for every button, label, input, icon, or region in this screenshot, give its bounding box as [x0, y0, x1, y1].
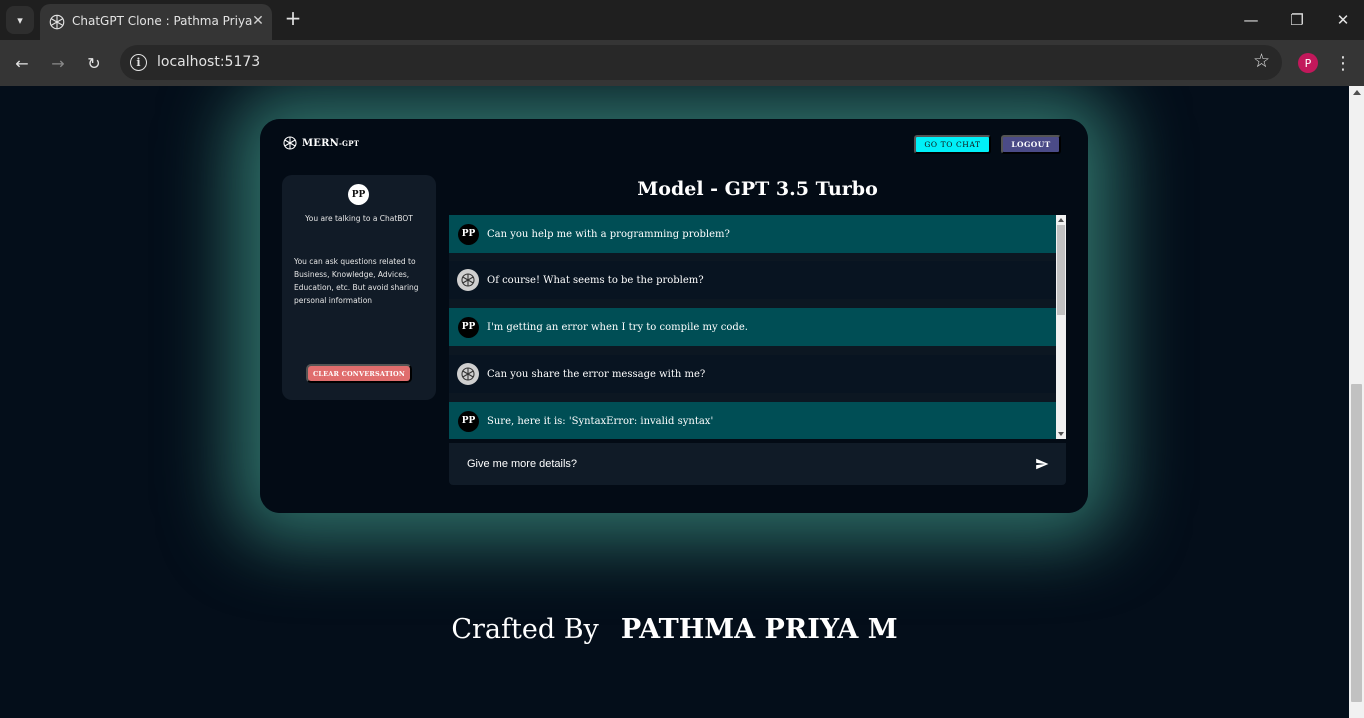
brand-logo[interactable]: MERN-GPT — [282, 135, 359, 151]
chat-scrollbar[interactable] — [1056, 215, 1066, 439]
profile-avatar[interactable]: P — [1298, 53, 1318, 73]
footer-credit: Crafted By PATHMA PRIYA M — [0, 614, 1349, 645]
back-arrow-icon[interactable]: ← — [10, 51, 34, 75]
tab-close-icon[interactable]: ✕ — [248, 11, 268, 31]
page-viewport: MERN-GPT GO TO CHAT LOGOUT PP You are ta… — [0, 86, 1364, 718]
scroll-up-arrow-icon[interactable] — [1353, 90, 1361, 95]
browser-menu-icon[interactable]: ⋮ — [1334, 51, 1352, 75]
chat-message-assistant: Can you share the error message with me? — [449, 355, 1056, 393]
message-input[interactable] — [459, 449, 1019, 479]
logout-button[interactable]: LOGOUT — [1001, 135, 1061, 154]
scroll-down-arrow-icon[interactable] — [1058, 432, 1064, 436]
message-text: I'm getting an error when I try to compi… — [487, 321, 748, 333]
chat-scroll-thumb[interactable] — [1057, 225, 1065, 315]
chat-messages: PP Can you help me with a programming pr… — [449, 215, 1066, 439]
user-avatar: PP — [458, 410, 479, 432]
chat-message-user: PP I'm getting an error when I try to co… — [449, 308, 1056, 346]
browser-tab-bar: ▾ ChatGPT Clone : Pathma Priya ✕ + — ❐ ✕ — [0, 0, 1364, 40]
openai-logo-icon — [283, 136, 297, 150]
message-text: Can you help me with a programming probl… — [487, 228, 730, 240]
forward-arrow-icon[interactable]: → — [46, 51, 70, 75]
user-avatar: PP — [458, 223, 479, 245]
url-text[interactable]: localhost:5173 — [157, 54, 260, 70]
reload-icon[interactable]: ↻ — [82, 51, 106, 75]
page-scrollbar[interactable] — [1349, 86, 1364, 718]
chat-message-assistant: Of course! What seems to be the problem? — [449, 261, 1056, 299]
message-text: Of course! What seems to be the problem? — [487, 274, 704, 286]
restore-icon[interactable]: ❐ — [1282, 8, 1312, 32]
scroll-up-arrow-icon[interactable] — [1058, 218, 1064, 222]
chat-message-user: PP Can you help me with a programming pr… — [449, 215, 1056, 253]
openai-favicon-icon — [49, 14, 65, 30]
page-scroll-thumb[interactable] — [1351, 384, 1362, 702]
crafted-by-text: Crafted By — [451, 614, 599, 645]
openai-logo-icon — [457, 269, 479, 291]
talking-to-chatbot-text: You are talking to a ChatBOT — [305, 214, 413, 223]
message-text: Can you share the error message with me? — [487, 368, 706, 380]
site-info-icon[interactable]: i — [130, 54, 147, 71]
window-close-icon[interactable]: ✕ — [1328, 8, 1358, 32]
browser-toolbar: ← → ↻ i localhost:5173 ☆ — [0, 40, 1364, 86]
user-avatar: PP — [458, 316, 479, 338]
address-bar[interactable]: i localhost:5173 ☆ — [120, 45, 1282, 80]
message-input-bar — [449, 443, 1066, 485]
user-avatar: PP — [348, 184, 369, 205]
chat-sidebar: PP You are talking to a ChatBOT You can … — [282, 175, 436, 400]
openai-logo-icon — [457, 363, 479, 385]
usage-info-text: You can ask questions related to Busines… — [294, 257, 419, 305]
brand-suffix: -GPT — [338, 138, 360, 148]
send-icon[interactable] — [1035, 457, 1049, 471]
chat-message-user: PP Sure, here it is: 'SyntaxError: inval… — [449, 402, 1056, 439]
message-text: Sure, here it is: 'SyntaxError: invalid … — [487, 415, 714, 427]
minimize-icon[interactable]: — — [1236, 8, 1266, 32]
model-title: Model - GPT 3.5 Turbo — [637, 178, 878, 200]
tab-title: ChatGPT Clone : Pathma Priya — [72, 14, 253, 28]
clear-conversation-button[interactable]: CLEAR CONVERSATION — [306, 364, 412, 383]
go-to-chat-button[interactable]: GO TO CHAT — [914, 135, 991, 154]
new-tab-plus-icon[interactable]: + — [282, 8, 304, 30]
chat-card: MERN-GPT GO TO CHAT LOGOUT PP You are ta… — [260, 119, 1088, 513]
browser-tab-active[interactable]: ChatGPT Clone : Pathma Priya ✕ — [40, 4, 272, 40]
author-name: PATHMA PRIYA M — [620, 614, 898, 645]
tab-search-chevron-icon[interactable]: ▾ — [6, 6, 34, 34]
bookmark-star-icon[interactable]: ☆ — [1253, 50, 1270, 72]
brand-main: MERN — [302, 137, 339, 149]
